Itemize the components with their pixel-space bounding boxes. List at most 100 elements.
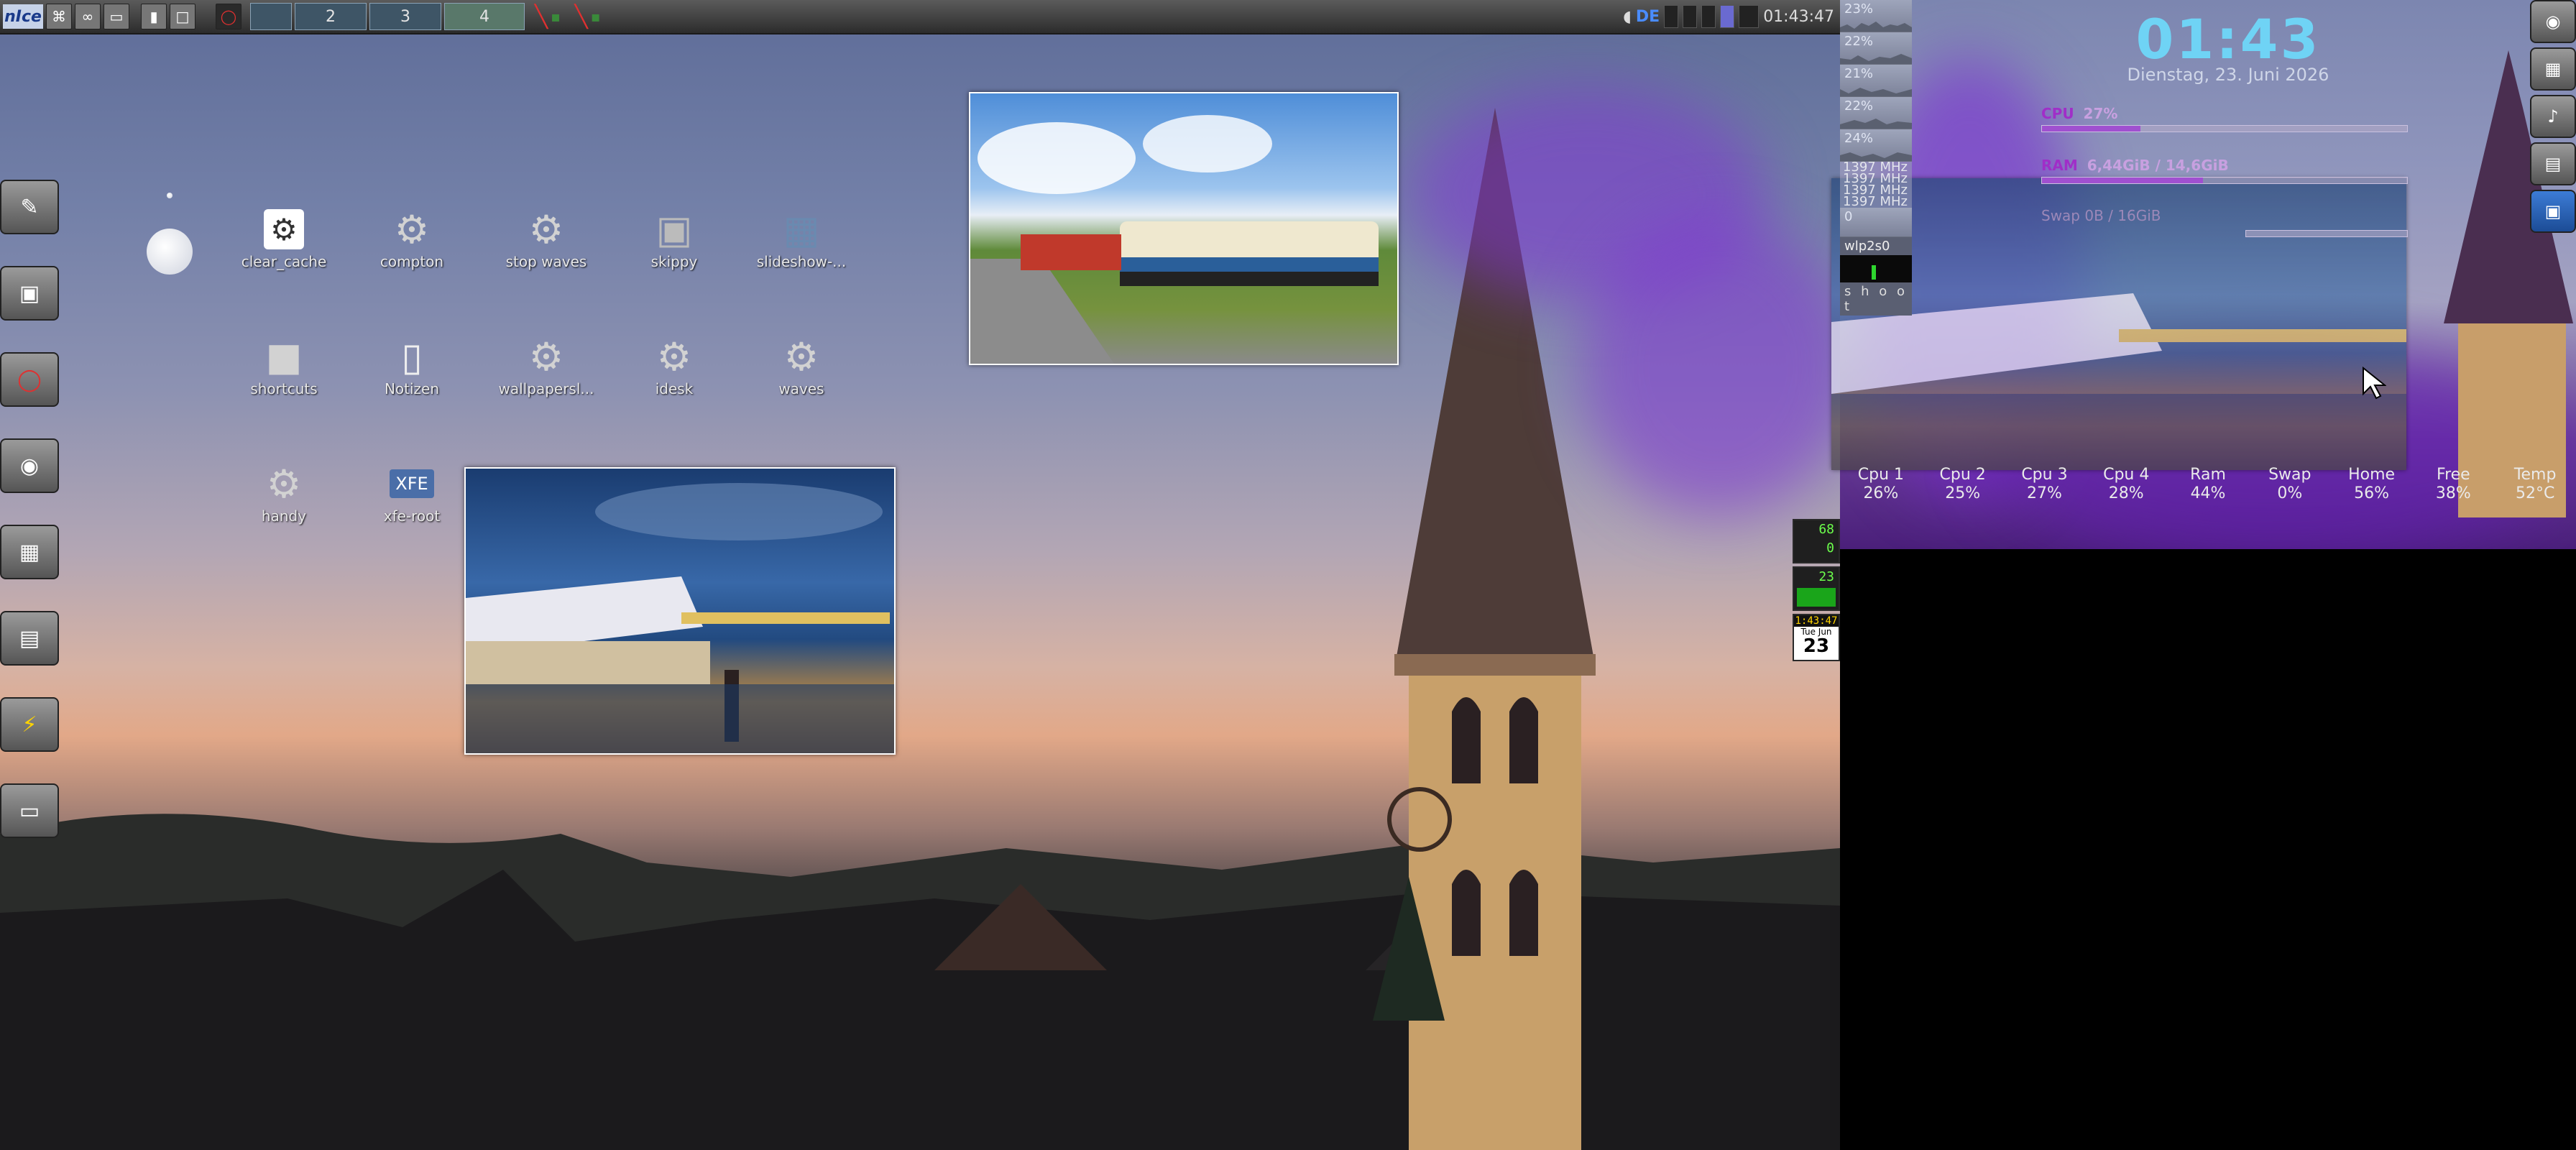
monitor-icon[interactable]: ▭ [104, 4, 129, 29]
volume-icon[interactable] [1720, 5, 1735, 28]
wlan-interface-label: wlp2s0 [1840, 237, 1912, 255]
cpu-graph-row: 22% [1840, 97, 1912, 129]
terminal-icon[interactable]: ▮ [141, 4, 167, 29]
battery-value: 68 [1818, 522, 1834, 537]
window-icon[interactable]: □ [170, 4, 196, 29]
network-value: 0 [1844, 209, 1853, 224]
workspace-label: 4 [479, 7, 489, 26]
workspace-2[interactable]: 2 [295, 3, 367, 30]
stat-cpu2: Cpu 2 25% [1922, 466, 2004, 549]
stat-label: Cpu 3 [2021, 466, 2068, 484]
network-graph-row: 0 [1840, 208, 1912, 237]
icon-label: shortcuts [250, 380, 318, 397]
left-dock: ✎ ▣ ◯ ◉ ▦ ▤ ⚡ ▭ [0, 180, 62, 870]
dockapps-column: 68 0 23 1:43:47 Tue Jun 23 [1793, 519, 1840, 664]
red-slash-icon[interactable]: ╲ [575, 4, 588, 29]
right-dock: ◉ ▦ ♪ ▤ ▣ [2527, 0, 2576, 237]
photo-widget-harbour[interactable] [464, 467, 896, 755]
camera-icon[interactable]: ◉ [0, 438, 59, 493]
opera-icon[interactable]: ◯ [0, 352, 59, 407]
document-icon: ▯ [401, 334, 423, 380]
desktop-icon-idesk[interactable]: ⚙ idesk [613, 333, 735, 398]
lightning-icon[interactable]: ⚡ [0, 697, 59, 752]
icon-label: wallpapersl... [498, 380, 594, 397]
screenshot-icon[interactable]: ▦ [2530, 47, 2576, 91]
stat-label: Ram [2190, 466, 2226, 484]
gears-icon: ⚙ [783, 334, 819, 380]
printer-icon[interactable]: ▤ [2530, 142, 2576, 185]
desktop-icon-shortcuts[interactable]: ■ shortcuts [223, 333, 345, 398]
keyboard-layout-indicator[interactable]: DE [1636, 8, 1660, 26]
image-icon: ▦ [783, 206, 820, 252]
kde-launcher-icon[interactable]: ⌘ [46, 4, 72, 29]
start-logo-text: nIce [4, 7, 42, 26]
xfe-icon: XFE [351, 460, 473, 507]
stat-value: 52°C [2515, 484, 2555, 502]
red-slash-icon[interactable]: ╲ [535, 4, 548, 29]
icon-label: idesk [655, 380, 694, 397]
desktop-icon-clear-cache[interactable]: ⚙ clear_cache [223, 206, 345, 270]
taskbar-clock[interactable]: 01:43:47 [1763, 8, 1834, 26]
calendar-day: 23 [1803, 635, 1830, 657]
gears-icon: ⚙ [656, 334, 692, 380]
conky-ram-value: 6,44GiB / 14,6GiB [2087, 157, 2229, 174]
system-monitor-panel: 23% 22% 21% 22% 24% 1397 MHz 1397 MHz 13… [1840, 0, 1912, 316]
load-bar [1797, 588, 1836, 607]
display-icon[interactable]: ▣ [2530, 190, 2576, 233]
desktop-icon-slideshow[interactable]: ▦ slideshow-... [740, 206, 862, 271]
gears-icon: ⚙ [266, 461, 302, 507]
speaker-icon[interactable]: ◖ [1623, 8, 1632, 26]
conky-cpu-line: CPU 27% [2041, 105, 2117, 122]
cpu-percent: 23% [1844, 1, 1874, 17]
photo-widget-train[interactable] [969, 92, 1399, 365]
start-menu-button[interactable]: nIce [3, 4, 43, 29]
system-tray: ◖ DE 01:43:47 [1623, 0, 1840, 33]
opera-icon[interactable]: ◯ [216, 4, 242, 29]
stat-temp: Temp 52°C [2494, 466, 2576, 549]
calendar-dockapp[interactable]: 1:43:47 Tue Jun 23 [1793, 614, 1840, 661]
desktop-wallpaper [0, 0, 1840, 1150]
desktop-icon-notizen[interactable]: ▯ Notizen [351, 333, 473, 398]
cpu-percent: 21% [1844, 66, 1874, 81]
conky-swap-bar [2245, 230, 2408, 237]
desktop-icon-skippy[interactable]: ▣ skippy [613, 206, 735, 271]
icon-label: slideshow-... [756, 253, 847, 270]
mouse-cursor-icon [2363, 367, 2386, 400]
calculator-icon[interactable]: ▤ [0, 611, 59, 666]
window-icon: ▣ [656, 206, 693, 252]
glasses-icon[interactable]: ∞ [75, 4, 101, 29]
app-window-icon[interactable]: ▪ [551, 4, 561, 29]
mem-graph-icon [1683, 5, 1698, 28]
image-viewer-icon[interactable]: ▦ [0, 525, 59, 579]
folder-icon: ■ [265, 334, 303, 380]
stat-value: 26% [1863, 484, 1899, 502]
cpu-percent: 22% [1844, 34, 1874, 49]
camera-icon[interactable]: ◉ [2530, 0, 2576, 43]
icon-label: waves [778, 380, 824, 397]
conky-swap-line: Swap 0B / 16GiB [2041, 207, 2161, 224]
workspace-1[interactable] [250, 3, 292, 30]
conky-clock-time: 01:43 [2135, 7, 2321, 71]
monitor-icon[interactable]: ▣ [0, 266, 59, 321]
text-editor-icon[interactable]: ✎ [0, 180, 59, 234]
stat-swap: Swap 0% [2249, 466, 2331, 549]
shoot-label[interactable]: s h o o t [1840, 282, 1912, 316]
desktop-icon-wallpapersl[interactable]: ⚙ wallpapersl... [485, 333, 607, 398]
desktop-icon-handy[interactable]: ⚙ handy [223, 460, 345, 525]
desktop-icon-waves[interactable]: ⚙ waves [740, 333, 862, 398]
cpu-frequency-list: 1397 MHz 1397 MHz 1397 MHz 1397 MHz [1840, 161, 1912, 208]
battery-dockapp[interactable]: 68 0 [1793, 519, 1840, 564]
stat-value: 44% [2190, 484, 2226, 502]
screenshot-icon[interactable]: ▭ [0, 783, 59, 838]
load-dockapp[interactable]: 23 [1793, 566, 1840, 611]
workspace-3[interactable]: 3 [369, 3, 441, 30]
desktop-icon-stop-waves[interactable]: ⚙ stop waves [485, 206, 607, 271]
app-window-icon[interactable]: ▪ [591, 4, 601, 29]
workspace-4[interactable]: 4 [444, 3, 525, 30]
desktop-icon-compton[interactable]: ⚙ compton [351, 206, 473, 271]
workspace-label: 3 [400, 7, 410, 26]
desktop-icon-xfe-root[interactable]: XFE xfe-root [351, 460, 473, 525]
network-icon[interactable] [1739, 5, 1760, 28]
stat-label: Temp [2513, 466, 2557, 484]
music-icon[interactable]: ♪ [2530, 95, 2576, 138]
